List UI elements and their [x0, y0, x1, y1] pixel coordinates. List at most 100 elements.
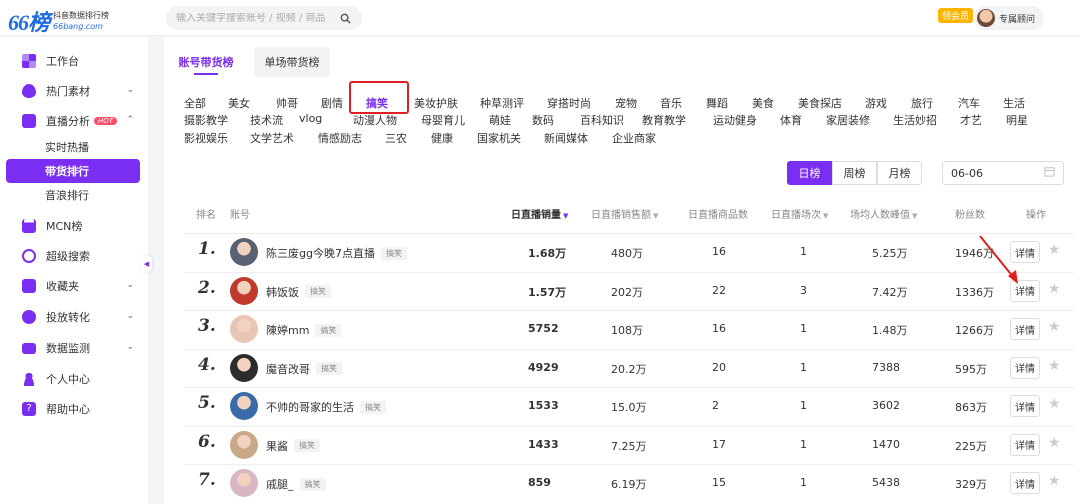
table-row[interactable]: 5. 不帅的哥家的生活 搞笑 1533 15.0万 2 1 3602 863万 详情 ★ — [184, 387, 1074, 425]
header-daily-sales[interactable]: 日直播销量 ▼ — [511, 206, 568, 221]
category-1-0[interactable]: 摄影教学 — [184, 112, 228, 128]
sidebar-item-hot-material[interactable]: 热门素材 ⌄ — [0, 78, 148, 104]
category-0-16[interactable]: 生活 — [1003, 95, 1025, 111]
category-1-8[interactable]: 教育教学 — [642, 112, 686, 128]
category-0-10[interactable]: 舞蹈 — [706, 95, 728, 111]
user-menu[interactable]: 专属顾问 — [974, 6, 1044, 30]
avatar[interactable] — [230, 392, 258, 420]
table-row[interactable]: 7. 戚腿_ 搞笑 859 6.19万 15 1 5438 329万 详情 ★ — [184, 464, 1074, 502]
sidebar-item-mcn[interactable]: MCN榜 — [0, 213, 148, 239]
account-name[interactable]: 陳婷mm 搞笑 — [266, 322, 342, 338]
tab-single-session[interactable]: 单场带货榜 — [254, 47, 330, 77]
category-1-5[interactable]: 萌娃 — [489, 112, 511, 128]
detail-button[interactable]: 详情 — [1010, 318, 1040, 340]
category-2-5[interactable]: 国家机关 — [477, 130, 521, 146]
category-1-3[interactable]: 动漫人物 — [353, 112, 397, 128]
star-icon[interactable]: ★ — [1048, 435, 1061, 451]
category-0-8[interactable]: 宠物 — [615, 95, 637, 111]
period-day-button[interactable]: 日榜 — [787, 161, 832, 185]
star-icon[interactable]: ★ — [1048, 396, 1061, 412]
category-0-0[interactable]: 全部 — [184, 95, 206, 111]
star-icon[interactable]: ★ — [1048, 281, 1061, 297]
category-0-12[interactable]: 美食探店 — [798, 95, 842, 111]
star-icon[interactable]: ★ — [1048, 242, 1061, 258]
period-week-button[interactable]: 周榜 — [832, 161, 877, 185]
avatar[interactable] — [230, 276, 258, 305]
account-name[interactable]: 不帅的哥家的生活 搞笑 — [266, 399, 386, 415]
category-1-14[interactable]: 明星 — [1006, 112, 1028, 128]
table-row[interactable]: 3. 陳婷mm 搞笑 5752 108万 16 1 1.48万 1266万 详情 ★ — [184, 310, 1074, 348]
detail-button[interactable]: 详情 — [1010, 433, 1040, 456]
sidebar-item-live-analysis[interactable]: 直播分析 HOT ⌃ — [0, 108, 148, 134]
logo[interactable]: 66榜 抖音数据排行榜 66bang.com — [8, 5, 109, 37]
date-picker[interactable]: 06-06 — [942, 161, 1064, 185]
avatar[interactable] — [230, 469, 258, 497]
category-0-14[interactable]: 旅行 — [911, 95, 933, 111]
sidebar-sub-realtime[interactable]: 实时热播 — [0, 135, 148, 159]
category-0-13[interactable]: 游戏 — [865, 95, 887, 111]
avatar[interactable] — [230, 430, 258, 459]
category-2-3[interactable]: 三农 — [385, 130, 407, 146]
sidebar-item-help[interactable]: ? 帮助中心 — [0, 396, 148, 422]
account-name[interactable]: 韩饭饭 搞笑 — [266, 284, 331, 300]
category-2-0[interactable]: 影视娱乐 — [184, 130, 228, 146]
category-0-1[interactable]: 美女 — [228, 95, 250, 111]
category-0-11[interactable]: 美食 — [752, 95, 774, 111]
table-row[interactable]: 2. 韩饭饭 搞笑 1.57万 202万 22 3 7.42万 1336万 详情 ★ — [184, 271, 1074, 310]
detail-button[interactable]: 详情 — [1010, 472, 1040, 494]
avatar[interactable] — [230, 315, 258, 343]
sidebar-collapse-button[interactable]: ◀ — [141, 255, 152, 273]
header-peak-viewers[interactable]: 场均人数峰值 ▼ — [850, 206, 917, 221]
table-row[interactable]: 6. 果酱 搞笑 1433 7.25万 17 1 1470 225万 详情 ★ — [184, 425, 1074, 464]
star-icon[interactable]: ★ — [1048, 358, 1061, 374]
category-0-3[interactable]: 剧情 — [321, 95, 343, 111]
star-icon[interactable]: ★ — [1048, 473, 1061, 489]
table-row[interactable]: 1. 陈三废gg今晚7点直播 搞笑 1.68万 480万 16 1 5.25万 1946万 详情 ★ — [184, 233, 1074, 271]
sidebar-sub-sales-rank[interactable]: 带货排行 — [6, 159, 140, 183]
category-2-1[interactable]: 文学艺术 — [250, 130, 294, 146]
sidebar-item-conversion[interactable]: 投放转化 ⌄ — [0, 304, 148, 330]
sidebar-item-super-search[interactable]: 超级搜索 — [0, 243, 148, 269]
header-daily-sessions[interactable]: 日直播场次 ▼ — [771, 206, 828, 221]
category-2-6[interactable]: 新闻媒体 — [544, 130, 588, 146]
category-0-7[interactable]: 穿搭时尚 — [547, 95, 591, 111]
sidebar-item-profile[interactable]: 个人中心 — [0, 366, 148, 392]
category-1-11[interactable]: 家居装修 — [826, 112, 870, 128]
category-1-6[interactable]: 数码 — [532, 112, 554, 128]
category-1-7[interactable]: 百科知识 — [580, 112, 624, 128]
sidebar-item-favorites[interactable]: 收藏夹 ⌄ — [0, 273, 148, 299]
category-1-10[interactable]: 体育 — [780, 112, 802, 128]
category-2-2[interactable]: 情感励志 — [318, 130, 362, 146]
category-2-4[interactable]: 健康 — [431, 130, 453, 146]
search-input[interactable] — [176, 12, 338, 24]
sidebar-sub-gift-rank[interactable]: 音浪排行 — [0, 183, 148, 207]
detail-button[interactable]: 详情 — [1010, 356, 1040, 379]
search-icon[interactable] — [338, 11, 352, 25]
sidebar-item-monitoring[interactable]: 数据监测 ⌄ — [0, 335, 148, 361]
avatar[interactable] — [230, 353, 258, 382]
account-name[interactable]: 果酱 搞笑 — [266, 438, 320, 454]
category-1-9[interactable]: 运动健身 — [713, 112, 757, 128]
detail-button[interactable]: 详情 — [1010, 395, 1040, 417]
category-1-4[interactable]: 母婴育儿 — [421, 112, 465, 128]
star-icon[interactable]: ★ — [1048, 319, 1061, 335]
period-month-button[interactable]: 月榜 — [877, 161, 922, 185]
category-1-1[interactable]: 技术流 — [250, 112, 283, 128]
category-0-5[interactable]: 美妆护肤 — [414, 95, 458, 111]
category-0-9[interactable]: 音乐 — [660, 95, 682, 111]
category-0-6[interactable]: 种草测评 — [480, 95, 524, 111]
header-daily-revenue[interactable]: 日直播销售额 ▼ — [591, 206, 658, 221]
avatar[interactable] — [230, 238, 258, 266]
sidebar-item-workbench[interactable]: 工作台 — [0, 48, 148, 74]
category-2-7[interactable]: 企业商家 — [612, 130, 656, 146]
category-0-2[interactable]: 帅哥 — [276, 95, 298, 111]
category-1-12[interactable]: 生活妙招 — [893, 112, 937, 128]
search-box[interactable] — [166, 6, 362, 30]
table-row[interactable]: 4. 魔音改哥 搞笑 4929 20.2万 20 1 7388 595万 详情 ★ — [184, 348, 1074, 387]
account-name[interactable]: 戚腿_ 搞笑 — [266, 476, 326, 492]
account-name[interactable]: 陈三废gg今晚7点直播 搞笑 — [266, 245, 407, 261]
vip-badge[interactable]: 领会员 — [938, 8, 974, 23]
category-0-15[interactable]: 汽车 — [958, 95, 980, 111]
category-1-2[interactable]: vlog — [299, 112, 322, 125]
tab-account-sales[interactable]: 账号带货榜 — [164, 47, 248, 77]
